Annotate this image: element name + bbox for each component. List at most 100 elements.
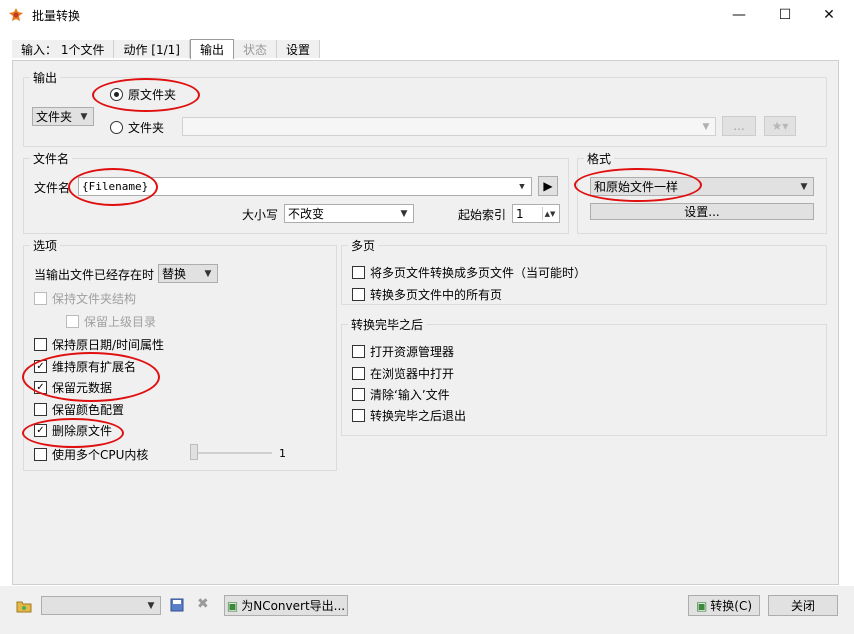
chevron-down-icon: ▼ <box>204 268 212 279</box>
keep-date-checkbox[interactable]: 保持原日期/时间属性 <box>34 336 164 353</box>
chevron-down-icon: ▼ <box>702 121 710 132</box>
window-title: 批量转换 <box>32 9 81 23</box>
checkbox-empty-icon <box>352 409 365 422</box>
favorites-button[interactable]: ★▾ <box>764 116 796 136</box>
tab-actions[interactable]: 动作 [1/1] <box>114 40 190 58</box>
chevron-down-icon: ▼ <box>80 111 88 122</box>
title-bar: 批量转换 — ☐ ✕ <box>0 0 854 30</box>
cpu-slider-thumb[interactable] <box>190 444 198 460</box>
chevron-down-icon: ▼ <box>800 181 808 192</box>
tab-settings[interactable]: 设置 <box>276 40 320 58</box>
keep-parent-dir-checkbox[interactable]: 保留上级目录 <box>66 313 156 330</box>
export-nconvert-label: 为NConvert导出... <box>241 599 346 613</box>
export-nconvert-button[interactable]: ▣ 为NConvert导出... <box>224 595 348 616</box>
tab-bar: 输入： 1个文件 动作 [1/1] 输出 状态 设置 <box>12 39 320 60</box>
checkbox-empty-icon <box>34 338 47 351</box>
close-window-button[interactable]: ✕ <box>806 0 852 30</box>
delete-icon[interactable]: ✖ <box>197 597 211 611</box>
start-index-spinner[interactable]: 1 ▲▼ <box>512 204 560 223</box>
format-settings-button[interactable]: 设置... <box>590 203 814 220</box>
multi-cpu-label: 使用多个CPU内核 <box>52 448 149 462</box>
filename-group-title: 文件名 <box>30 150 73 167</box>
convert-to-multipage-label: 将多页文件转换成多页文件（当可能时） <box>370 266 587 280</box>
checkbox-empty-icon <box>34 448 47 461</box>
after-convert-group: 转换完毕之后 打开资源管理器 在浏览器中打开 清除‘输入’文件 转换完毕之后退出 <box>341 316 827 436</box>
checkbox-empty-icon <box>34 292 47 305</box>
keep-date-label: 保持原日期/时间属性 <box>52 338 165 352</box>
annotation-circle <box>574 168 702 202</box>
folder-type-value: 文件夹 <box>36 110 73 124</box>
case-label: 大小写 <box>242 208 279 222</box>
open-explorer-checkbox[interactable]: 打开资源管理器 <box>352 343 454 360</box>
convert-label: 转换(C) <box>710 599 753 613</box>
start-index-label: 起始索引 <box>458 208 507 222</box>
keep-folder-structure-label: 保持文件夹结构 <box>52 292 137 306</box>
export-icon: ▣ <box>226 598 239 613</box>
output-group-title: 输出 <box>30 69 61 86</box>
convert-all-pages-checkbox[interactable]: 转换多页文件中的所有页 <box>352 286 502 303</box>
start-index-value: 1 <box>516 206 524 221</box>
file-exists-label: 当输出文件已经存在时 <box>34 268 155 282</box>
cpu-slider-track <box>192 452 272 454</box>
keep-parent-dir-label: 保留上级目录 <box>84 315 157 329</box>
keep-color-profile-label: 保留颜色配置 <box>52 403 125 417</box>
convert-to-multipage-checkbox[interactable]: 将多页文件转换成多页文件（当可能时） <box>352 264 586 281</box>
chevron-down-icon: ▼ <box>519 181 525 192</box>
clear-input-label: 清除‘输入’文件 <box>370 388 450 402</box>
maximize-button[interactable]: ☐ <box>762 0 808 30</box>
folder-type-select[interactable]: 文件夹 ▼ <box>32 107 94 126</box>
checkbox-empty-icon <box>352 367 365 380</box>
checkbox-empty-icon <box>66 315 79 328</box>
exit-after-label: 转换完毕之后退出 <box>370 409 467 423</box>
file-exists-value: 替换 <box>162 267 187 281</box>
exit-after-checkbox[interactable]: 转换完毕之后退出 <box>352 407 466 424</box>
chevron-down-icon: ▼ <box>147 600 155 611</box>
radio-unselected-icon <box>110 121 123 134</box>
app-logo-icon <box>9 8 23 21</box>
chevron-down-icon: ▼ <box>400 208 408 219</box>
radio-folder-label: 文件夹 <box>128 121 165 135</box>
folder-path-input[interactable]: ▼ <box>182 117 716 136</box>
keep-folder-structure-checkbox[interactable]: 保持文件夹结构 <box>34 290 136 307</box>
save-icon[interactable] <box>170 598 184 612</box>
radio-custom-folder[interactable]: 文件夹 <box>110 119 164 136</box>
checkbox-empty-icon <box>352 388 365 401</box>
annotation-circle <box>92 78 200 112</box>
filename-label: 文件名 <box>34 181 71 195</box>
checkbox-empty-icon <box>34 403 47 416</box>
cpu-count-value: 1 <box>279 447 286 460</box>
browse-button[interactable]: ... <box>722 116 756 136</box>
convert-icon: ▣ <box>695 598 708 613</box>
multipage-group-title: 多页 <box>348 237 379 254</box>
open-folder-icon[interactable] <box>16 599 32 613</box>
case-select[interactable]: 不改变 ▼ <box>284 204 414 223</box>
checkbox-empty-icon <box>352 266 365 279</box>
annotation-circle <box>68 168 158 206</box>
close-button[interactable]: 关闭 <box>768 595 838 616</box>
play-arrow-icon: ▶ <box>543 179 553 193</box>
clear-input-checkbox[interactable]: 清除‘输入’文件 <box>352 386 450 403</box>
minimize-button[interactable]: — <box>716 0 762 30</box>
annotation-circle <box>22 418 124 448</box>
tab-input[interactable]: 输入： 1个文件 <box>12 40 115 58</box>
checkbox-empty-icon <box>352 345 365 358</box>
open-browser-label: 在浏览器中打开 <box>370 367 455 381</box>
footer-bar: ▼ ✖ ▣ 为NConvert导出... ▣ 转换(C) 关闭 <box>0 586 854 634</box>
convert-button[interactable]: ▣ 转换(C) <box>688 595 760 616</box>
annotation-circle <box>22 352 160 402</box>
file-exists-select[interactable]: 替换 ▼ <box>158 264 218 283</box>
case-value: 不改变 <box>288 207 325 221</box>
insert-variable-button[interactable]: ▶ <box>538 176 558 196</box>
multi-cpu-checkbox[interactable]: 使用多个CPU内核 <box>34 446 148 463</box>
convert-all-pages-label: 转换多页文件中的所有页 <box>370 288 503 302</box>
tab-status[interactable]: 状态 <box>233 40 277 58</box>
star-icon: ★▾ <box>771 119 789 133</box>
spinner-arrows-icon: ▲▼ <box>542 207 557 220</box>
preset-select[interactable]: ▼ <box>41 596 161 615</box>
tab-output[interactable]: 输出 <box>189 39 234 59</box>
keep-color-profile-checkbox[interactable]: 保留颜色配置 <box>34 401 124 418</box>
open-browser-checkbox[interactable]: 在浏览器中打开 <box>352 365 454 382</box>
format-group-title: 格式 <box>584 150 615 167</box>
multipage-group: 多页 将多页文件转换成多页文件（当可能时） 转换多页文件中的所有页 <box>341 237 827 305</box>
output-panel: 输出 文件夹 ▼ 原文件夹 文件夹 ▼ ... ★▾ 文件名 文件名 {File… <box>12 60 839 585</box>
